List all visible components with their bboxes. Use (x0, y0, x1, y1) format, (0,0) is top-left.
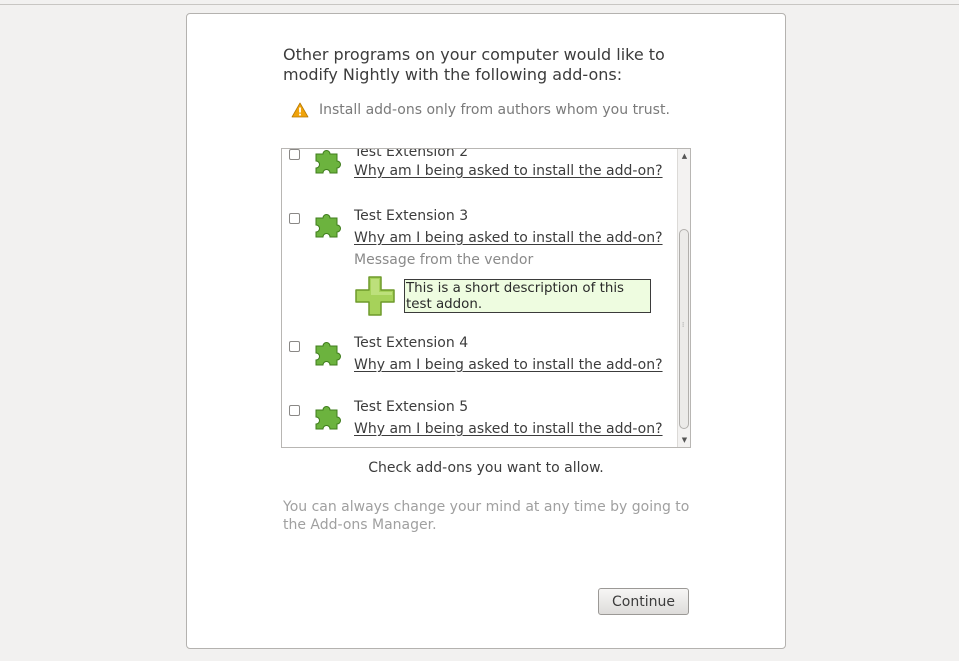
addon-checkbox[interactable] (289, 405, 300, 416)
vendor-message-label: Message from the vendor (354, 252, 534, 268)
why-install-link[interactable]: Why am I being asked to install the add-… (354, 163, 663, 179)
scroll-down-arrow[interactable]: ▼ (679, 434, 690, 446)
window-top-border (0, 4, 959, 5)
addon-install-dialog: Other programs on your computer would li… (186, 13, 786, 649)
puzzle-piece-icon (315, 150, 341, 174)
scroll-thumb[interactable]: ⁞ (679, 229, 689, 429)
addons-manager-footnote: You can always change your mind at any t… (283, 499, 690, 533)
puzzle-piece-icon (315, 214, 341, 238)
green-cross-icon (355, 276, 395, 316)
addon-list[interactable]: Test Extension 2 Why am I being asked to… (281, 148, 691, 448)
why-install-link[interactable]: Why am I being asked to install the add-… (354, 357, 663, 373)
puzzle-piece-icon (315, 342, 341, 366)
scroll-up-arrow[interactable]: ▲ (679, 150, 690, 162)
continue-button[interactable]: Continue (598, 588, 689, 615)
why-install-link[interactable]: Why am I being asked to install the add-… (354, 421, 663, 437)
warning-icon (291, 102, 309, 118)
addon-name: Test Extension 2 (354, 148, 469, 160)
why-install-link[interactable]: Why am I being asked to install the add-… (354, 230, 663, 246)
vendor-description: This is a short description of this test… (404, 279, 651, 313)
check-hint: Check add-ons you want to allow. (368, 460, 604, 476)
addon-checkbox[interactable] (289, 341, 300, 352)
dialog-heading: Other programs on your computer would li… (283, 45, 665, 84)
addon-name: Test Extension 3 (354, 208, 469, 224)
trust-warning: Install add-ons only from authors whom y… (291, 100, 670, 120)
addon-name: Test Extension 5 (354, 399, 469, 415)
addon-name: Test Extension 4 (354, 335, 469, 351)
addon-checkbox[interactable] (289, 213, 300, 224)
addon-list-scrollbar[interactable]: ▲ ⁞ ▼ (677, 149, 690, 447)
warning-text: Install add-ons only from authors whom y… (319, 102, 670, 118)
addon-checkbox[interactable] (289, 149, 300, 160)
scroll-thumb-grip: ⁞ (682, 321, 685, 329)
puzzle-piece-icon (315, 406, 341, 430)
